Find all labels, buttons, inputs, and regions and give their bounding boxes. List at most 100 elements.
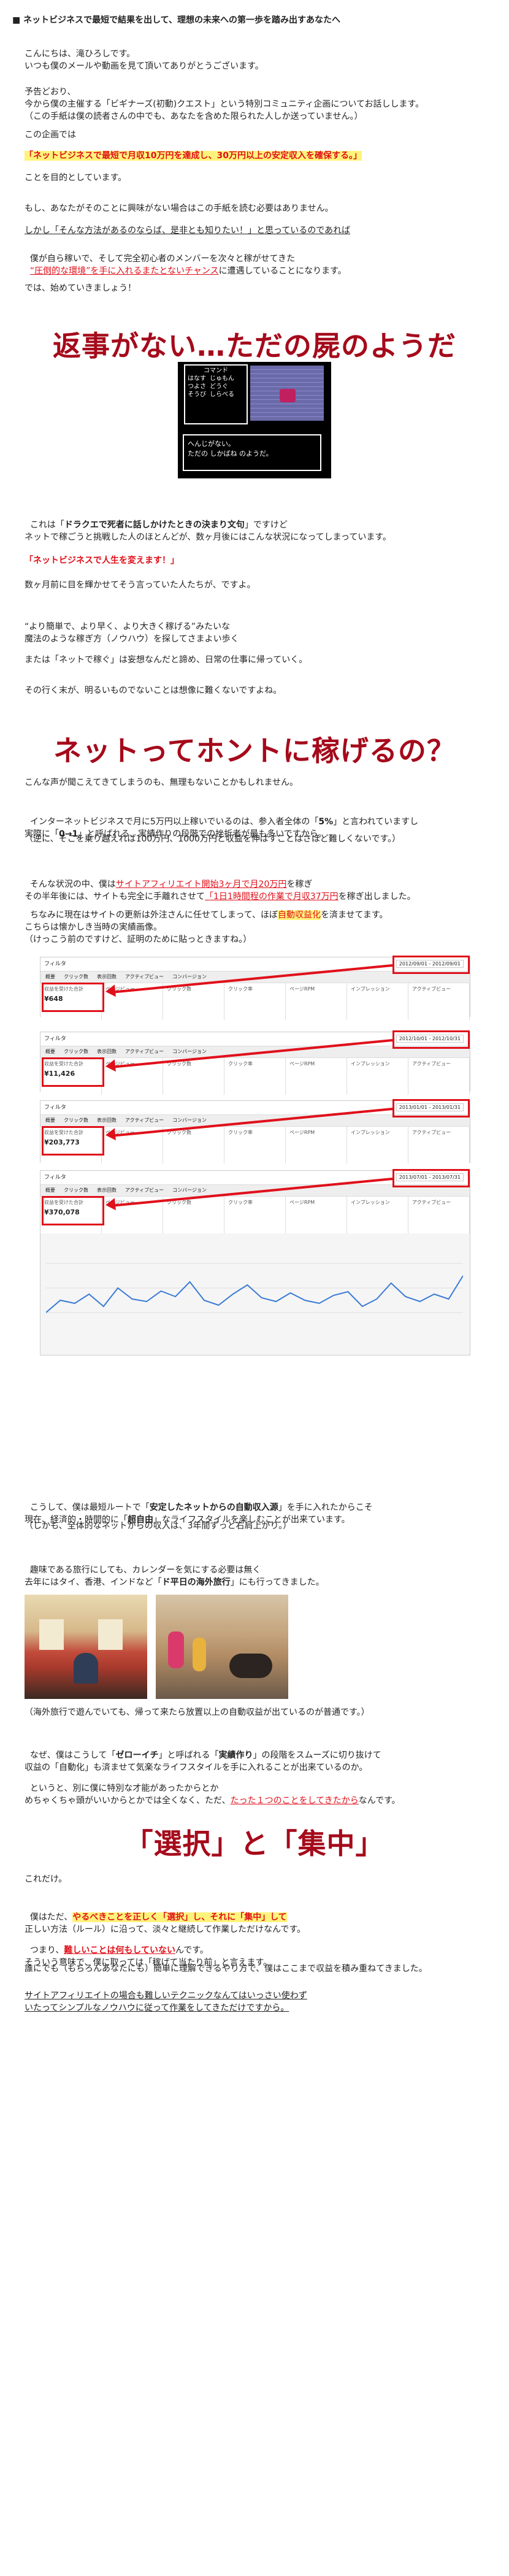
- metric-column: クリック数: [163, 983, 224, 1020]
- screenshot-tab: コンバージョン: [172, 1187, 207, 1193]
- intro-announcement: 予告どおり、 今から僕の主催する「ビギナーズ(初動)クエスト」という特別コミュニ…: [25, 87, 424, 121]
- metric-column-label: ページRPM: [289, 1061, 315, 1067]
- earnings-highlight-box: [42, 1126, 104, 1156]
- s2-income-growth: （しかも、全体的なネットからの収入は、3年間ずっと右肩上がり。）: [25, 1521, 292, 1531]
- travel-photo-hotel: [25, 1595, 147, 1699]
- game-command-window: コマンド はなす つよさ そうび じゅもん どうぐ しらべる: [184, 364, 248, 424]
- intro-if-interested: しかし「そんな方法があるのならば、是非とも知りたい！」と思っているのであれば: [25, 226, 351, 236]
- s2-one-thing-post: なんです。: [358, 1796, 400, 1806]
- s1-months-ago: 数ヶ月前に目を輝かせてそう言っていた人たちが、ですよ。: [25, 580, 256, 590]
- screenshot-tab: コンバージョン: [172, 974, 207, 979]
- metric-column-label: アクティブビュー: [412, 986, 451, 992]
- earnings-highlight-box: [42, 983, 104, 1012]
- page-title: ■ ネットビジネスで最短で結果を出して、理想の未来への第一歩を踏み出すあなたへ: [12, 15, 340, 25]
- corpse-sprite: [280, 389, 296, 402]
- date-highlight-box: [392, 1099, 470, 1117]
- s2-auto-post: を済ませてます。: [320, 910, 388, 920]
- s2-voice: こんな声が聞こえてきてしまうのも、無理もないことかもしれません。: [25, 778, 299, 788]
- screenshot-tab: クリック数: [64, 1117, 88, 1123]
- metric-column: クリック率: [224, 983, 286, 1020]
- screenshot-tab: 概要: [45, 1187, 55, 1193]
- date-highlight-box: [392, 956, 470, 974]
- screenshot-tab: 概要: [45, 1049, 55, 1054]
- s2-route-pre: こうして、僕は最短ルートで「: [29, 1503, 150, 1512]
- intro-goal-highlight: 「ネットビジネスで最短で月収10万円を達成し、30万円以上の安定収入を確保する。…: [25, 151, 362, 161]
- screenshot-tab: 概要: [45, 974, 55, 979]
- metric-column-label: クリック率: [228, 1130, 253, 1135]
- s1-future: その行く末が、明るいものでないことは想像に難くないですよね。: [25, 686, 282, 696]
- red-arrow-head: [105, 984, 116, 998]
- s2-overcome: （逆に、そこを乗り越えれば100万円、1000万円と収益を伸ばすことはさほど難し…: [25, 834, 401, 844]
- s3-that-is: つまり、: [29, 1945, 64, 1955]
- game-menu-equip: そうび: [188, 391, 206, 398]
- screenshot-tab: 表示回数: [97, 1049, 117, 1054]
- s3-select-focus: やるべきことを正しく「選択」し、それに「集中」して: [72, 1912, 287, 1922]
- earnings-line-graph: [46, 1263, 463, 1313]
- earnings-highlight-box: [42, 1057, 104, 1087]
- game-map-tiles: [250, 366, 324, 421]
- section-heading-select-focus: 「選択」と「集中」: [124, 1827, 385, 1860]
- s3-i-just: 僕はただ、: [29, 1912, 73, 1922]
- s2-proof-intro: こちらは懐かしき当時の実績画像。 （けっこう前のですけど、証明のために貼っときま…: [25, 922, 252, 945]
- game-menu-title: コマンド: [204, 367, 228, 374]
- metric-column-label: クリック率: [228, 1061, 253, 1067]
- metric-column: ページRPM: [286, 1058, 347, 1095]
- screenshot-filter-label: フィルタ: [44, 1105, 66, 1111]
- s2-auto-pre: ちなみに現在はサイトの更新は外注さんに任せてしまって、ほぼ: [29, 910, 278, 920]
- screenshot-tab: アクティブビュー: [125, 1049, 164, 1054]
- game-menu-search: しらべる: [210, 391, 234, 398]
- game-menu-status: つよさ: [188, 383, 206, 390]
- intro-this-project: この企画では: [25, 130, 76, 140]
- s2-achievement-pre: そんな状況の中、僕は: [29, 880, 116, 889]
- game-menu-items: どうぐ: [210, 383, 228, 390]
- s2-weekday-travel: ド平日の海外旅行: [161, 1577, 231, 1587]
- metric-column: インプレッション: [347, 1197, 408, 1233]
- red-arrow-head: [105, 1128, 116, 1141]
- screenshot-tab: コンバージョン: [172, 1049, 207, 1054]
- metric-column: インプレッション: [347, 983, 408, 1020]
- travel-photo-street-cow: [156, 1595, 288, 1699]
- screenshot-tab: 表示回数: [97, 974, 117, 979]
- metric-column: ページRPM: [286, 983, 347, 1020]
- metric-column: クリック率: [224, 1197, 286, 1233]
- s2-route-stable: 安定したネットからの自動収入源: [149, 1503, 278, 1512]
- metric-column-label: インプレッション: [351, 1130, 390, 1135]
- intro-greeting: こんにちは、滝ひろしです。 いつも僕のメールや動画を見て頂いてありがとうございま…: [25, 49, 264, 71]
- screenshot-tab: クリック数: [64, 1049, 88, 1054]
- s1-dq-prefix: これは「: [29, 520, 64, 530]
- intro-lets-begin: では、始めていきましょう！: [25, 283, 136, 293]
- red-arrow-head: [105, 1198, 116, 1211]
- s2-achievement-20man: サイトアフィリエイト開始3ヶ月で月20万円: [115, 880, 287, 889]
- s3-nothing-difficult: 難しいことは何もしていない: [64, 1945, 175, 1955]
- screenshot-filter-label: フィルタ: [44, 1036, 66, 1042]
- screenshot-tab: 概要: [45, 1117, 55, 1123]
- metric-column-label: アクティブビュー: [412, 1130, 451, 1135]
- earnings-line: [46, 1275, 463, 1313]
- red-arrow-head: [105, 1059, 116, 1073]
- s2-photo-caption: （海外旅行で遊んでいても、帰って来たら放置以上の自動収益が出ているのが普通です。…: [25, 1708, 370, 1717]
- metric-column: ページRPM: [286, 1197, 347, 1233]
- screenshot-tab: 表示回数: [97, 1187, 117, 1193]
- metric-column-label: ページRPM: [289, 986, 315, 992]
- intro-no-interest: もし、あなたがそのことに興味がない場合はこの手紙を読む必要はありません。: [25, 204, 334, 213]
- game-menu-talk: はなす: [188, 375, 206, 382]
- metric-column: インプレッション: [347, 1127, 408, 1163]
- metric-column-label: インプレッション: [351, 1061, 390, 1067]
- screenshot-tab: コンバージョン: [172, 1117, 207, 1123]
- s2-five-percent: 5%: [318, 817, 334, 827]
- s2-travel-post: 」にも行ってきました。: [230, 1577, 324, 1587]
- screenshot-tab: アクティブビュー: [125, 1117, 164, 1123]
- metric-column-label: アクティブビュー: [412, 1061, 451, 1067]
- intro-purpose: ことを目的としています。: [25, 173, 127, 183]
- intro-encounter: に遭遇していることになります。: [218, 266, 346, 276]
- s2-five-percent-pre: インターネットビジネスで月に5万円以上稼いでいるのは、参入者全体の「: [29, 817, 319, 827]
- section-heading-can-earn: ネットってホントに稼げるの？: [53, 734, 456, 767]
- screenshot-filter-label: フィルタ: [44, 961, 66, 967]
- metric-column: クリック数: [163, 1058, 224, 1095]
- s1-dq-phrase: ドラクエで死者に話しかけたときの決まり文句: [64, 520, 245, 530]
- metric-column-label: アクティブビュー: [412, 1200, 451, 1205]
- s2-not-talent: というと、別に僕に特別な才能があったからとか めちゃくちゃ頭がいいからとかでは全…: [25, 1784, 231, 1806]
- dragon-quest-screen: コマンド はなす つよさ そうび じゅもん どうぐ しらべる へんじがない。 た…: [178, 362, 331, 478]
- intro-chance: “圧倒的な環境”を手に入れるまたとないチャンス: [29, 266, 219, 276]
- date-highlight-box: [392, 1169, 470, 1187]
